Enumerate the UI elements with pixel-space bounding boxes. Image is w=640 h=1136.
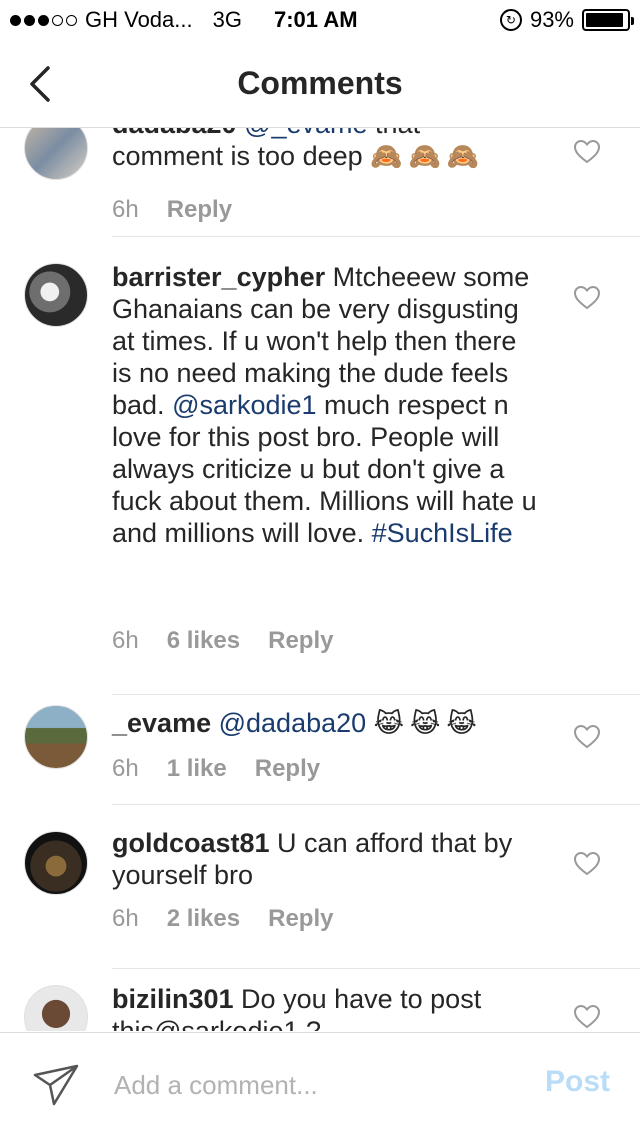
like-button[interactable]	[573, 1004, 601, 1029]
battery-icon	[582, 9, 634, 31]
comment-item: _evame @dadaba20 😹😹😹 6h 1 like Reply	[0, 695, 640, 805]
battery-level-fill	[586, 13, 624, 27]
comment-composer: Post	[0, 1032, 640, 1136]
heart-icon	[573, 1004, 601, 1029]
comment-text: dadaba20 @_evame that comment is too dee…	[112, 128, 542, 172]
comment-meta: 6h 6 likes Reply	[112, 627, 333, 655]
comment-item: goldcoast81 U can afford that by yoursel…	[0, 805, 640, 969]
status-bar: GH Voda... 3G 7:01 AM ↻ 93%	[0, 0, 640, 40]
comment-text: bizilin301 Do you have to post this@sark…	[112, 983, 542, 1031]
direct-send-icon[interactable]	[32, 1063, 80, 1107]
avatar[interactable]	[24, 128, 88, 180]
like-count[interactable]: 2 likes	[167, 905, 240, 933]
heart-icon	[573, 724, 601, 749]
battery-percent: 93%	[529, 7, 574, 32]
like-button[interactable]	[573, 851, 601, 876]
comment-time: 6h	[112, 905, 139, 932]
like-count[interactable]: 6 likes	[167, 627, 240, 655]
comment-username[interactable]: goldcoast81	[112, 828, 270, 858]
carrier-name: GH Voda...	[85, 7, 193, 32]
comment-username[interactable]: barrister_cypher	[112, 262, 325, 292]
comment-body: that	[368, 128, 420, 139]
comment-mention[interactable]: @_evame	[244, 128, 367, 139]
comment-item: barrister_cypher Mtcheeew some Ghanaians…	[0, 237, 640, 695]
comment-text: barrister_cypher Mtcheeew some Ghanaians…	[112, 261, 542, 549]
post-button[interactable]: Post	[545, 1065, 610, 1099]
comment-hashtag[interactable]: #SuchIsLife	[372, 518, 513, 548]
page-title: Comments	[237, 65, 403, 101]
avatar[interactable]	[24, 705, 88, 769]
comment-meta: 6h 2 likes Reply	[112, 905, 333, 933]
reply-button[interactable]: Reply	[268, 627, 333, 655]
comment-meta: 6h 1 like Reply	[112, 755, 320, 783]
navigation-bar: Comments	[0, 40, 640, 128]
heart-icon	[573, 851, 601, 876]
back-button[interactable]	[24, 64, 60, 104]
comment-mention[interactable]: @sarkodie1	[172, 390, 316, 420]
like-count[interactable]: 1 like	[167, 755, 227, 783]
comments-list[interactable]: dadaba20 @_evame that comment is too dee…	[0, 128, 640, 1031]
rotation-lock-icon: ↻	[499, 9, 522, 31]
heart-icon	[573, 285, 601, 310]
comment-emoji: 🙈🙈🙈	[370, 141, 486, 171]
comment-input[interactable]	[114, 1063, 494, 1107]
like-button[interactable]	[573, 285, 601, 310]
comment-emoji: 😹😹😹	[373, 708, 483, 738]
comment-time: 6h	[112, 196, 139, 223]
avatar[interactable]	[24, 263, 88, 327]
comment-username[interactable]: bizilin301	[112, 984, 234, 1014]
comment-time: 6h	[112, 755, 139, 782]
comment-item: dadaba20 @_evame that comment is too dee…	[0, 128, 640, 237]
comment-text: goldcoast81 U can afford that by yoursel…	[112, 827, 542, 891]
avatar[interactable]	[24, 985, 88, 1031]
comment-item: bizilin301 Do you have to post this@sark…	[0, 969, 640, 1031]
reply-button[interactable]: Reply	[255, 755, 320, 783]
comment-body: comment is too deep	[112, 141, 363, 171]
avatar[interactable]	[24, 831, 88, 895]
like-button[interactable]	[573, 724, 601, 749]
network-type: 3G	[212, 7, 242, 32]
comment-text: _evame @dadaba20 😹😹😹	[112, 707, 542, 739]
status-time: 7:01 AM	[274, 7, 358, 32]
heart-icon	[573, 139, 601, 164]
comment-mention[interactable]: @dadaba20	[219, 708, 367, 738]
comment-time: 6h	[112, 627, 139, 654]
reply-button[interactable]: Reply	[268, 905, 333, 933]
like-button[interactable]	[573, 139, 601, 164]
comment-username[interactable]: _evame	[112, 708, 211, 738]
signal-strength-icon	[10, 14, 77, 26]
chevron-left-icon	[30, 66, 50, 102]
comment-meta: 6h Reply	[112, 196, 232, 224]
comment-username[interactable]: dadaba20	[112, 128, 237, 139]
reply-button[interactable]: Reply	[167, 196, 232, 224]
